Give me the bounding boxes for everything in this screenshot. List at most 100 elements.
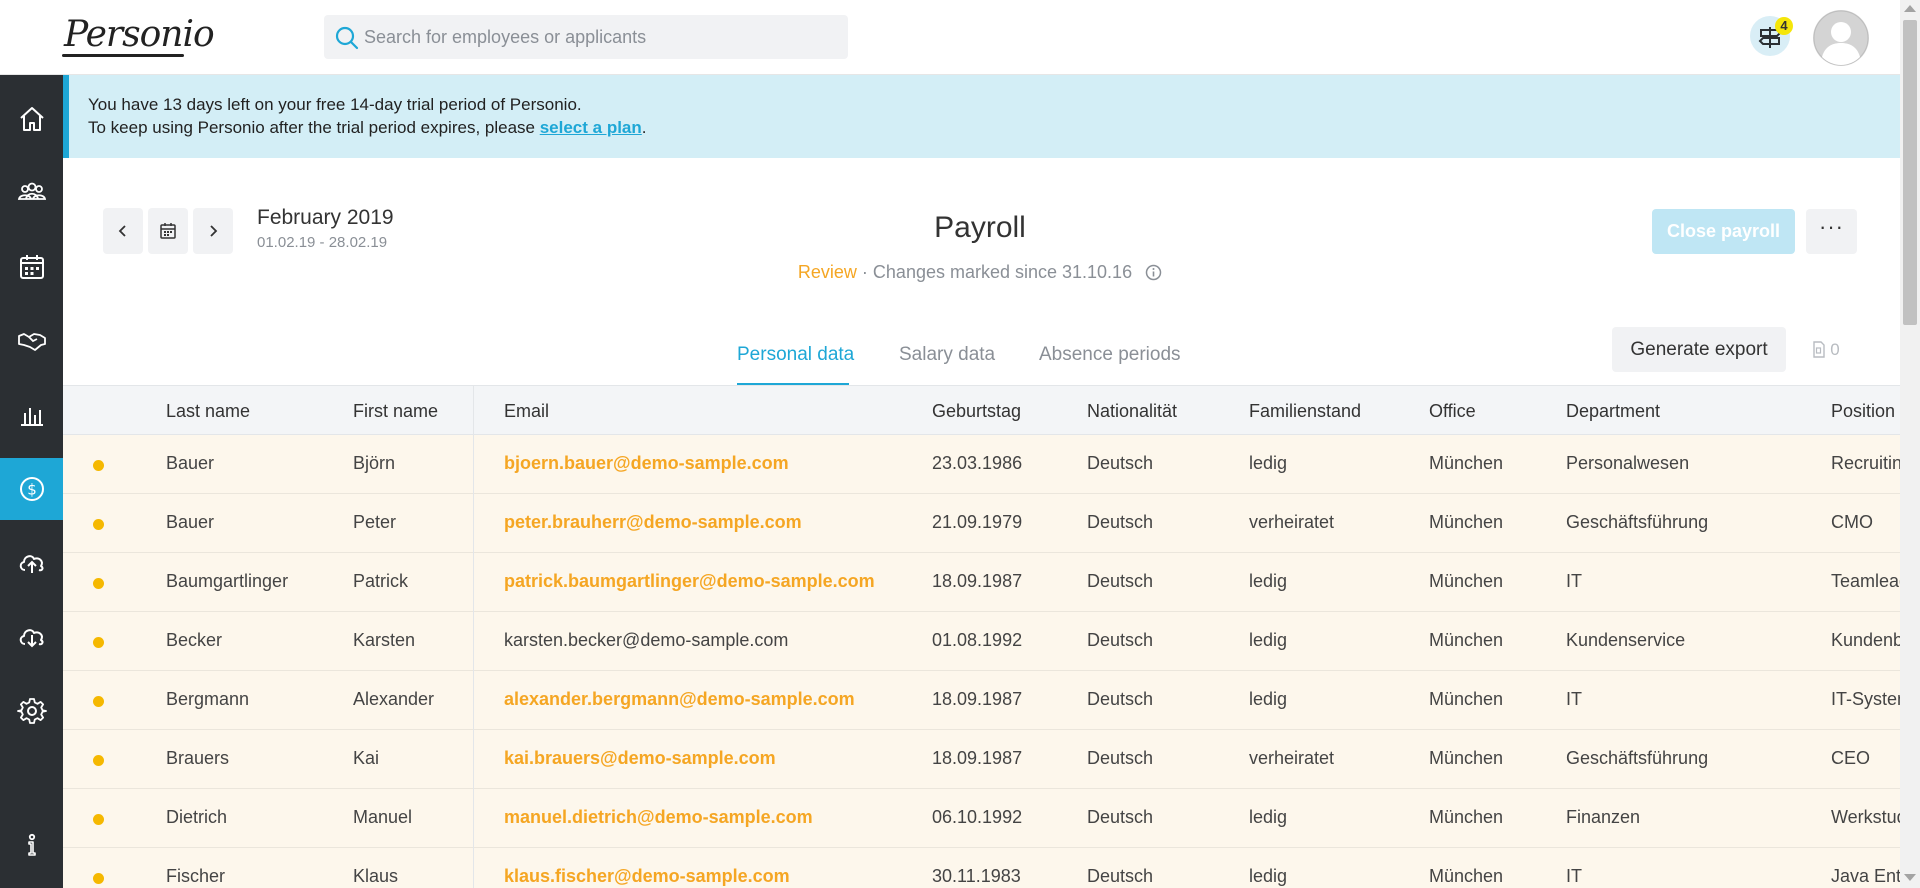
sidebar-item-calendar[interactable] (0, 236, 63, 298)
close-payroll-button[interactable]: Close payroll (1652, 209, 1795, 254)
cell-email[interactable]: bjoern.bauer@demo-sample.com (504, 453, 789, 474)
more-options-button[interactable]: ··· (1806, 209, 1857, 254)
status-description: · Changes marked since 31.10.16 (856, 262, 1133, 282)
change-marker-dot (93, 519, 104, 530)
cell-geburtstag: 18.09.1987 (932, 748, 1023, 768)
sidebar-item-payroll[interactable]: $ (0, 458, 63, 520)
personio-logo[interactable]: Personio (60, 14, 215, 60)
cell-email[interactable]: peter.brauherr@demo-sample.com (504, 512, 802, 533)
generate-export-button[interactable]: Generate export (1612, 327, 1786, 372)
next-period-button[interactable] (193, 208, 233, 254)
documents-button[interactable]: 0 (1796, 327, 1856, 372)
cell-geburtstag: 30.11.1983 (932, 866, 1021, 886)
info-circle-icon[interactable] (1145, 264, 1162, 281)
cell-first-name: Patrick (353, 571, 409, 591)
banner-line-2-suffix: . (641, 118, 647, 137)
cloud-download-icon (19, 629, 43, 648)
cell-first-name: Peter (353, 512, 397, 532)
sidebar-item-help[interactable] (0, 814, 63, 876)
table-row[interactable]: Dietrich Manuel manuel.dietrich@demo-sampl… (63, 789, 1900, 848)
document-count: 0 (1830, 339, 1840, 359)
cell-position: CMO (1831, 512, 1873, 532)
sidebar-item-employees[interactable] (0, 162, 63, 224)
cell-department: Kundenservice (1566, 630, 1686, 650)
cell-nationalitaet: Deutsch (1087, 453, 1154, 473)
banner-line-2: To keep using Personio after the trial p… (88, 116, 1900, 139)
sidebar-item-reports[interactable] (0, 384, 63, 446)
cell-position: Kundenbetreuer (1831, 630, 1900, 650)
cloud-upload-icon (19, 555, 43, 573)
cell-email[interactable]: alexander.bergmann@demo-sample.com (504, 689, 855, 710)
cell-office: München (1429, 453, 1504, 473)
column-nationalitaet[interactable]: Nationalität (1087, 401, 1177, 422)
tab-absence-periods[interactable]: Absence periods (1039, 344, 1181, 366)
scroll-up-arrow[interactable] (1904, 5, 1916, 12)
cell-last-name: Brauers (166, 748, 230, 768)
table-row[interactable]: Bauer Björn bjoern.bauer@demo-sample.com 23… (63, 435, 1900, 494)
column-first-name[interactable]: First name (353, 401, 438, 422)
table-row[interactable]: Bauer Peter peter.brauherr@demo-sample.com… (63, 494, 1900, 553)
scrollbar-thumb[interactable] (1903, 20, 1917, 325)
column-office[interactable]: Office (1429, 401, 1476, 422)
cell-department: Personalwesen (1566, 453, 1690, 473)
cell-nationalitaet: Deutsch (1087, 512, 1154, 532)
svg-text:$: $ (27, 481, 37, 499)
table-header: Last name First name Email Geburtstag Na… (63, 385, 1900, 435)
sidebar-item-settings[interactable] (0, 680, 63, 742)
bar-chart-icon (20, 408, 43, 426)
dollar-icon: $ (19, 477, 44, 501)
column-position[interactable]: Position (1831, 401, 1895, 422)
column-email[interactable]: Email (504, 401, 549, 422)
sidebar-item-recruiting[interactable] (0, 310, 63, 372)
vertical-scrollbar[interactable] (1900, 0, 1920, 888)
cell-nationalitaet: Deutsch (1087, 866, 1154, 886)
search-box[interactable] (324, 15, 848, 59)
table-row[interactable]: Brauers Kai kai.brauers@demo-sample.com 18.… (63, 730, 1900, 789)
cell-department: IT (1566, 571, 1582, 591)
cell-email[interactable]: karsten.becker@demo-sample.com (504, 630, 788, 651)
column-familienstand[interactable]: Familienstand (1249, 401, 1361, 422)
table-row[interactable]: Baumgartlinger Patrick patrick.baumgartlin… (63, 553, 1900, 612)
cell-email[interactable]: kai.brauers@demo-sample.com (504, 748, 776, 769)
column-department[interactable]: Department (1566, 401, 1660, 422)
table-row[interactable]: Becker Karsten karsten.becker@demo-sample.… (63, 612, 1900, 671)
cell-last-name: Fischer (166, 866, 226, 886)
column-last-name[interactable]: Last name (166, 401, 250, 422)
sidebar-item-export[interactable] (0, 606, 63, 668)
tab-salary-data[interactable]: Salary data (899, 344, 995, 366)
cell-first-name: Björn (353, 453, 396, 473)
select-plan-link[interactable]: select a plan (540, 118, 642, 137)
change-marker-dot (93, 460, 104, 471)
cell-nationalitaet: Deutsch (1087, 689, 1154, 709)
cell-email[interactable]: manuel.dietrich@demo-sample.com (504, 807, 813, 828)
cell-position: CEO (1831, 748, 1871, 768)
cell-department: Finanzen (1566, 807, 1641, 827)
table-row[interactable]: Fischer Klaus klaus.fischer@demo-sample.co… (63, 848, 1900, 888)
sidebar-item-import[interactable] (0, 532, 63, 594)
avatar[interactable] (1813, 10, 1869, 66)
cell-last-name: Baumgartlinger (166, 571, 289, 591)
search-input[interactable] (364, 15, 834, 59)
cell-email[interactable]: patrick.baumgartlinger@demo-sample.com (504, 571, 875, 592)
cell-office: München (1429, 512, 1504, 532)
cell-position: Werkstudent (1831, 807, 1900, 827)
calendar-picker-button[interactable] (148, 208, 188, 254)
column-geburtstag[interactable]: Geburtstag (932, 401, 1021, 422)
cell-familienstand: ledig (1249, 630, 1288, 650)
cell-position: Java Entwickler (1831, 866, 1900, 886)
cell-familienstand: ledig (1249, 453, 1288, 473)
banner-line-2-prefix: To keep using Personio after the trial p… (88, 118, 540, 137)
scroll-down-arrow[interactable] (1904, 874, 1916, 881)
notification-badge: 4 (1775, 17, 1793, 35)
notifications-button[interactable]: 4 (1750, 16, 1793, 56)
tab-personal-data[interactable]: Personal data (737, 344, 854, 366)
cell-email[interactable]: klaus.fischer@demo-sample.com (504, 866, 790, 887)
status-badge[interactable]: Review (798, 262, 857, 282)
calendar-icon (160, 223, 176, 239)
cell-first-name: Alexander (353, 689, 435, 709)
previous-period-button[interactable] (103, 208, 143, 254)
table-row[interactable]: Bergmann Alexander alexander.bergmann@demo… (63, 671, 1900, 730)
sidebar-item-dashboard[interactable] (0, 88, 63, 150)
cell-geburtstag: 18.09.1987 (932, 689, 1023, 709)
cell-first-name: Klaus (353, 866, 399, 886)
